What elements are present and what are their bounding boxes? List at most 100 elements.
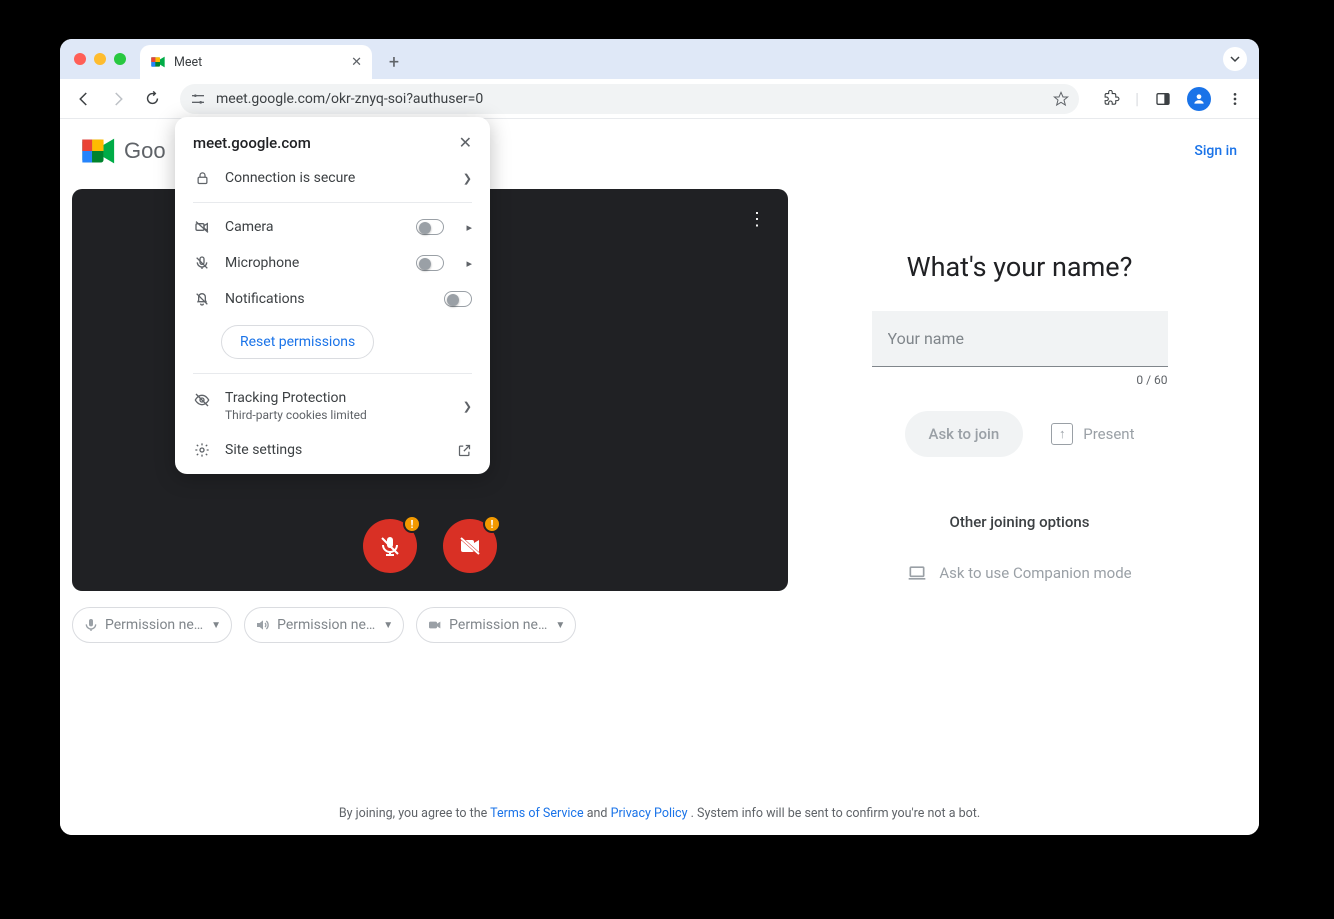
footer-post: . System info will be sent to confirm yo… [691,806,981,821]
chevron-down-icon: ▼ [383,620,393,631]
camera-off-icon [193,219,211,235]
preview-controls: ! ! [363,519,497,573]
reload-button[interactable] [138,85,166,113]
laptop-icon [907,563,927,583]
camera-toggle[interactable] [416,219,444,235]
bell-off-icon [193,291,211,307]
notifications-label: Notifications [225,291,430,307]
eye-off-icon [193,392,211,408]
mic-warning-badge: ! [403,515,421,533]
speaker-permission-chip[interactable]: Permission ne… ▼ [244,607,404,643]
camera-icon [427,617,443,633]
new-tab-button[interactable]: + [380,48,408,76]
tracking-row[interactable]: Tracking Protection Third-party cookies … [175,380,490,432]
present-icon: ↑ [1051,423,1073,445]
open-external-icon [457,443,472,458]
footer: By joining, you agree to the Terms of Se… [60,806,1259,821]
other-options-heading: Other joining options [950,513,1090,531]
chevron-down-icon: ▼ [555,620,565,631]
camera-perm-row: Camera ▸ [175,209,490,245]
name-input[interactable] [872,311,1168,367]
permission-chips: Permission ne… ▼ Permission ne… ▼ Permis… [72,607,792,643]
right-column: What's your name? 0 / 60 Ask to join ↑ P… [792,183,1247,643]
chevron-right-icon: ❯ [463,400,472,413]
bookmark-star-icon[interactable] [1053,91,1069,107]
present-label: Present [1083,425,1134,443]
tracking-subtitle: Third-party cookies limited [225,408,441,422]
chevron-right-icon[interactable]: ▸ [466,221,472,234]
signin-link[interactable]: Sign in [1194,143,1237,159]
companion-mode-button[interactable]: Ask to use Companion mode [907,563,1131,583]
separator [193,373,472,374]
side-panel-icon[interactable] [1149,85,1177,113]
chevron-right-icon[interactable]: ▸ [466,257,472,270]
url-text: meet.google.com/okr-znyq-soi?authuser=0 [216,91,1043,107]
present-button[interactable]: ↑ Present [1051,423,1134,445]
toolbar-separator: | [1135,89,1139,108]
lock-icon [193,171,211,186]
microphone-label: Microphone [225,255,402,271]
chevron-down-icon: ▼ [211,620,221,631]
browser-tab[interactable]: Meet ✕ [140,45,372,79]
meet-logo-icon [82,136,118,166]
ask-to-join-button[interactable]: Ask to join [905,411,1024,457]
address-bar[interactable]: meet.google.com/okr-znyq-soi?authuser=0 [180,84,1079,114]
preview-more-icon[interactable]: ⋮ [748,209,768,230]
microphone-perm-row: Microphone ▸ [175,245,490,281]
window-minimize[interactable] [94,53,106,65]
product-name: Goo [124,138,166,164]
site-info-icon[interactable] [190,91,206,107]
window-controls [74,53,126,65]
tos-link[interactable]: Terms of Service [490,806,583,821]
site-info-popover: meet.google.com ✕ Connection is secure ❯… [175,117,490,474]
chip-label: Permission ne… [449,617,547,633]
mic-icon [83,617,99,633]
tab-search-button[interactable] [1223,47,1247,71]
camera-label: Camera [225,219,402,235]
site-settings-row[interactable]: Site settings [175,432,490,468]
char-counter: 0 / 60 [872,373,1168,387]
forward-button[interactable] [104,85,132,113]
chip-label: Permission ne… [105,617,203,633]
tab-title: Meet [174,55,343,70]
gear-icon [193,442,211,458]
connection-label: Connection is secure [225,170,441,186]
mic-permission-chip[interactable]: Permission ne… ▼ [72,607,232,643]
extensions-icon[interactable] [1097,85,1125,113]
separator [193,202,472,203]
browser-toolbar: meet.google.com/okr-znyq-soi?authuser=0 … [60,79,1259,119]
name-prompt: What's your name? [907,251,1133,283]
chrome-menu-icon[interactable] [1221,85,1249,113]
reset-permissions-button[interactable]: Reset permissions [221,325,374,359]
camera-permission-chip[interactable]: Permission ne… ▼ [416,607,576,643]
notifications-toggle[interactable] [444,291,472,307]
mic-toggle-button[interactable]: ! [363,519,417,573]
chip-label: Permission ne… [277,617,375,633]
window-zoom[interactable] [114,53,126,65]
toolbar-right: | [1097,85,1249,113]
microphone-toggle[interactable] [416,255,444,271]
connection-row[interactable]: Connection is secure ❯ [175,160,490,196]
mic-off-icon [193,255,211,271]
footer-pre: By joining, you agree to the [339,806,490,821]
camera-toggle-button[interactable]: ! [443,519,497,573]
back-button[interactable] [70,85,98,113]
profile-avatar[interactable] [1187,87,1211,111]
tracking-title: Tracking Protection [225,390,441,406]
notifications-perm-row: Notifications [175,281,490,317]
chevron-right-icon: ❯ [463,172,472,185]
companion-label: Ask to use Companion mode [939,564,1131,582]
logo-area: Goo [82,136,166,166]
footer-and: and [587,806,611,821]
tab-close-icon[interactable]: ✕ [351,55,362,70]
meet-favicon-icon [150,54,166,70]
join-row: Ask to join ↑ Present [905,411,1135,457]
popover-close-icon[interactable]: ✕ [459,133,472,152]
speaker-icon [255,617,271,633]
site-settings-label: Site settings [225,442,443,458]
browser-window: Meet ✕ + meet.google.com/okr-znyq-soi?au… [60,39,1259,835]
privacy-link[interactable]: Privacy Policy [611,806,688,821]
window-close[interactable] [74,53,86,65]
popover-site-name: meet.google.com [193,134,311,152]
camera-warning-badge: ! [483,515,501,533]
